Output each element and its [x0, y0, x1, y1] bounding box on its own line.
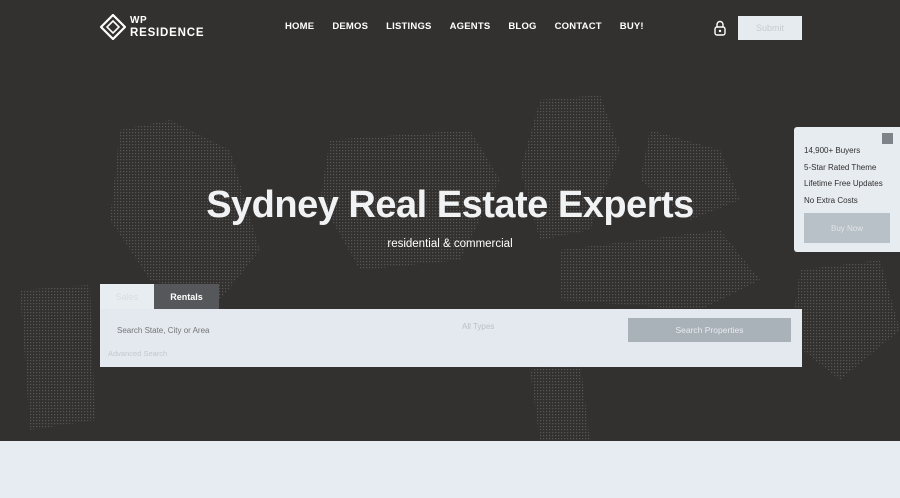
nav-listings[interactable]: LISTINGS [386, 21, 431, 32]
logo-text-residence: RESIDENCE [130, 27, 205, 39]
property-type-select[interactable]: All Types [462, 322, 582, 338]
hero-subtitle: residential & commercial [387, 238, 513, 250]
nav-demos[interactable]: DEMOS [332, 21, 368, 32]
feature-rated: 5-Star Rated Theme [804, 162, 877, 172]
keyword-search-input[interactable] [117, 322, 437, 338]
nav-home[interactable]: HOME [285, 21, 314, 32]
feature-list: 14,900+ Buyers 5-Star Rated Theme Lifeti… [804, 143, 883, 209]
main-nav: HOME DEMOS LISTINGS AGENTS BLOG CONTACT … [285, 21, 644, 32]
tab-sales[interactable]: Sales [100, 284, 154, 310]
tab-rentals[interactable]: Rentals [154, 284, 219, 310]
feature-updates: Lifetime Free Updates [804, 179, 883, 188]
search-properties-button[interactable]: Search Properties [628, 318, 791, 342]
buy-now-button[interactable]: Buy Now [804, 213, 890, 243]
nav-contact[interactable]: CONTACT [555, 21, 602, 32]
user-lock-icon[interactable] [713, 20, 727, 36]
feature-buyers: 14,900+ Buyers [804, 146, 861, 155]
nav-blog[interactable]: BLOG [508, 21, 536, 32]
feature-costs: No Extra Costs [804, 195, 858, 205]
hero-title: Sydney Real Estate Experts [206, 184, 694, 226]
site-logo[interactable]: WP RESIDENCE [100, 14, 204, 40]
nav-agents[interactable]: AGENTS [450, 21, 491, 32]
logo-text-wp: WP [130, 15, 148, 26]
nav-buy[interactable]: BUY! [620, 21, 644, 32]
submit-property-button[interactable]: Submit [738, 16, 802, 40]
widget-close-icon[interactable] [882, 133, 893, 144]
logo-diamond-icon [100, 14, 126, 40]
search-tabs: Sales Rentals [100, 284, 219, 310]
advanced-search-link[interactable]: Advanced Search [108, 349, 167, 358]
